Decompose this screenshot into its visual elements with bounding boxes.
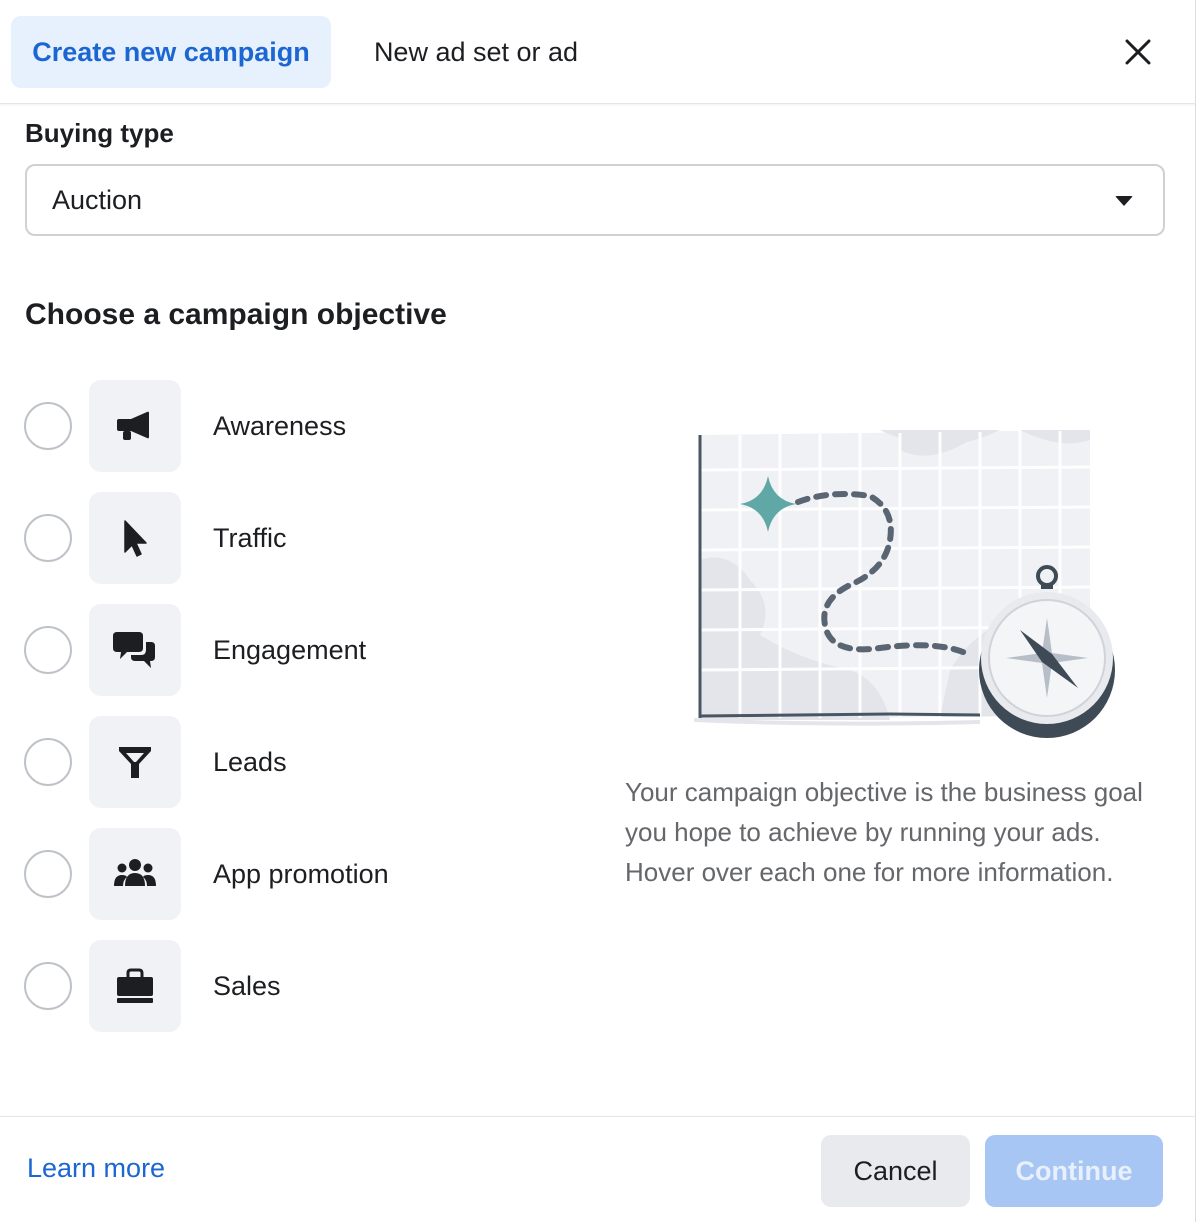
continue-button[interactable]: Continue: [985, 1135, 1163, 1207]
radio-button[interactable]: [24, 514, 72, 562]
radio-button[interactable]: [24, 962, 72, 1010]
objective-traffic[interactable]: Traffic: [24, 492, 544, 584]
map-compass-illustration: [693, 430, 1115, 738]
objective-icon-tile: [89, 828, 181, 920]
objective-description: Your campaign objective is the business …: [625, 777, 1143, 887]
objective-icon-tile: [89, 492, 181, 584]
radio-button[interactable]: [24, 626, 72, 674]
objective-leads[interactable]: Leads: [24, 716, 544, 808]
objective-icon-tile: [89, 716, 181, 808]
objective-icon-tile: [89, 604, 181, 696]
buying-type-select[interactable]: Auction: [25, 164, 1165, 236]
objective-sales[interactable]: Sales: [24, 940, 544, 1032]
shopping-bag-icon: [117, 968, 153, 1003]
people-group-icon: [114, 859, 156, 886]
tab-new-ad-set-or-ad[interactable]: New ad set or ad: [348, 16, 604, 88]
objective-label: Traffic: [213, 522, 287, 553]
funnel-icon: [119, 747, 151, 778]
close-icon: [1125, 39, 1151, 65]
objective-app-promotion[interactable]: App promotion: [24, 828, 544, 920]
cursor-icon: [124, 520, 147, 557]
objective-label: Awareness: [213, 410, 347, 441]
buying-type-label: Buying type: [25, 118, 174, 148]
dialog-header: Create new campaign New ad set or ad: [0, 0, 1196, 104]
caret-down-icon: [1115, 196, 1133, 206]
buying-type-value: Auction: [52, 184, 143, 215]
objective-label: Sales: [213, 970, 281, 1001]
learn-more-link[interactable]: Learn more: [27, 1153, 165, 1184]
megaphone-icon: [117, 411, 149, 440]
tab-create-new-campaign[interactable]: Create new campaign: [11, 16, 331, 88]
create-campaign-dialog: Create new campaign New ad set or ad Buy…: [0, 0, 1196, 1222]
objective-engagement[interactable]: Engagement: [24, 604, 544, 696]
objective-icon-tile: [89, 940, 181, 1032]
radio-button[interactable]: [24, 738, 72, 786]
objective-label: App promotion: [213, 858, 389, 889]
objective-section-title: Choose a campaign objective: [25, 298, 447, 331]
objective-awareness[interactable]: Awareness: [24, 380, 544, 472]
cancel-button[interactable]: Cancel: [821, 1135, 970, 1207]
chat-bubbles-icon: [113, 632, 155, 668]
radio-button[interactable]: [24, 850, 72, 898]
objective-label: Leads: [213, 746, 287, 777]
objective-icon-tile: [89, 380, 181, 472]
dialog-footer: Learn more Cancel Continue: [0, 1116, 1196, 1222]
radio-button[interactable]: [24, 402, 72, 450]
objective-label: Engagement: [213, 634, 367, 665]
close-button[interactable]: [1112, 26, 1164, 78]
